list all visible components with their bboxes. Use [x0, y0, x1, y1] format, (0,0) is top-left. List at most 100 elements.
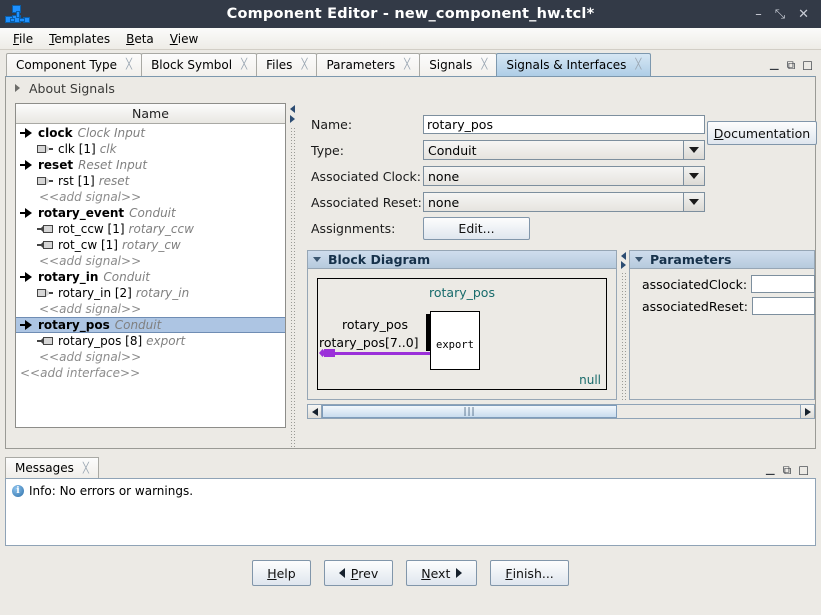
scrollbar-track[interactable]: |||	[322, 404, 800, 419]
diagram-signal-label: rotary_pos	[342, 317, 408, 332]
name-input[interactable]: rotary_pos	[423, 115, 705, 134]
signal-name-label: rot_ccw [1]	[58, 222, 125, 236]
prev-button[interactable]: Prev	[324, 560, 394, 586]
close-icon[interactable]: ╳	[404, 60, 410, 70]
finish-button[interactable]: Finish...	[490, 560, 568, 586]
about-signals-bar[interactable]: About Signals	[6, 77, 815, 99]
tree-row-add[interactable]: <<add signal>>	[16, 253, 285, 269]
tree-row[interactable]: rot_cw [1]rotary_cw	[16, 237, 285, 253]
tree-row-add[interactable]: <<add signal>>	[16, 189, 285, 205]
tree-row[interactable]: rotary_inConduit	[16, 269, 285, 285]
signal-input-icon	[37, 288, 53, 298]
tree-row[interactable]: clk [1]clk	[16, 141, 285, 157]
chevron-down-icon[interactable]	[683, 141, 704, 159]
chevron-down-icon[interactable]	[683, 167, 704, 185]
signal-name-label: rotary_pos [8]	[58, 334, 142, 348]
diagram-split-divider[interactable]	[617, 250, 629, 400]
tree-column-header-name[interactable]: Name	[16, 104, 285, 124]
tree-row[interactable]: rst [1]reset	[16, 173, 285, 189]
interface-type-label: Conduit	[129, 206, 176, 220]
tab-signals-and-interfaces[interactable]: Signals & Interfaces ╳	[496, 53, 651, 76]
close-icon[interactable]: ╳	[126, 60, 132, 70]
collapse-right-icon[interactable]	[619, 261, 628, 270]
horizontal-scrollbar[interactable]: |||	[307, 404, 815, 419]
menu-item-beta[interactable]: Beta	[118, 31, 162, 47]
documentation-button[interactable]: Documentation	[707, 121, 817, 145]
messages-area: Messages ╳ ⚊ ⧉ ☐ i Info: No errors or wa…	[5, 457, 816, 546]
window-controls: – ⤡ ✕	[755, 8, 821, 21]
minimize-icon[interactable]: –	[755, 8, 762, 21]
parameter-row: associatedReset:	[630, 295, 814, 317]
chevron-down-icon[interactable]	[313, 257, 321, 262]
close-icon[interactable]: ✕	[798, 8, 809, 21]
chevron-down-icon[interactable]	[635, 257, 643, 262]
restore-icon[interactable]: ⤡	[775, 8, 785, 21]
tabpane-window-controls: ⚊ ⧉ ☐	[769, 58, 821, 76]
float-icon[interactable]: ⧉	[783, 463, 792, 478]
signal-role-label: export	[146, 334, 185, 348]
add-placeholder-label: <<add signal>>	[39, 190, 141, 204]
tab-parameters[interactable]: Parameters ╳	[316, 53, 420, 76]
signal-output-icon	[37, 336, 53, 346]
parameter-row: associatedClock:	[630, 273, 814, 295]
float-icon[interactable]: ⧉	[787, 58, 796, 73]
type-select[interactable]: Conduit	[423, 140, 705, 160]
associated-clock-label: Associated Clock:	[311, 169, 423, 184]
tab-component-type[interactable]: Component Type ╳	[6, 53, 142, 76]
diagram-interface-name: rotary_pos	[318, 285, 606, 300]
collapse-up-icon[interactable]	[288, 105, 297, 114]
chevron-down-icon[interactable]	[683, 193, 704, 211]
parameters-header[interactable]: Parameters	[630, 251, 814, 269]
signal-role-label: reset	[99, 174, 130, 188]
interface-arrow-icon	[20, 208, 33, 218]
messages-list[interactable]: i Info: No errors or warnings.	[5, 478, 816, 546]
tab-signals[interactable]: Signals ╳	[419, 53, 497, 76]
menu-item-templates[interactable]: Templates	[41, 31, 118, 47]
menu-item-view[interactable]: View	[162, 31, 206, 47]
interface-type-label: Reset Input	[78, 158, 147, 172]
associated-clock-select[interactable]: none	[423, 166, 705, 186]
tree-row[interactable]: resetReset Input	[16, 157, 285, 173]
maximize-icon[interactable]: ☐	[802, 59, 813, 73]
scrollbar-grip: |||	[463, 407, 475, 417]
close-icon[interactable]: ╳	[301, 60, 307, 70]
tab-messages[interactable]: Messages ╳	[5, 457, 99, 478]
collapse-left-icon[interactable]	[619, 252, 628, 261]
tab-block-symbol[interactable]: Block Symbol ╳	[141, 53, 257, 76]
block-diagram-canvas[interactable]: rotary_pos rotary_pos rotary_pos[7..0] e…	[317, 278, 607, 390]
assignments-edit-button[interactable]: Edit...	[423, 217, 530, 240]
associated-reset-select[interactable]: none	[423, 192, 705, 212]
tree-row[interactable]: rotary_in [2]rotary_in	[16, 285, 285, 301]
minimize-icon[interactable]: ⚊	[769, 59, 780, 73]
tree-row-add[interactable]: <<add signal>>	[16, 349, 285, 365]
next-button[interactable]: Next	[406, 560, 477, 586]
tree-row[interactable]: rotary_posConduit	[16, 317, 285, 333]
block-diagram-header[interactable]: Block Diagram	[308, 251, 616, 269]
signal-role-label: clk	[100, 142, 117, 156]
help-button[interactable]: Help	[252, 560, 311, 586]
tree-row-add[interactable]: <<add signal>>	[16, 301, 285, 317]
tab-strip: Component Type ╳ Block Symbol ╳ Files ╳ …	[0, 50, 821, 76]
tab-files[interactable]: Files ╳	[256, 53, 317, 76]
signal-role-label: rotary_ccw	[129, 222, 194, 236]
close-icon[interactable]: ╳	[241, 60, 247, 70]
tree-row[interactable]: rot_ccw [1] rotary_ccw	[16, 221, 285, 237]
scroll-right-button[interactable]	[800, 404, 815, 419]
interfaces-tree-pane: Name clockClock Inputclk [1]clkresetRese…	[6, 99, 286, 447]
minimize-icon[interactable]: ⚊	[765, 464, 776, 478]
split-divider[interactable]	[286, 99, 299, 447]
tree-row[interactable]: rotary_eventConduit	[16, 205, 285, 221]
tree-row-add[interactable]: <<add interface>>	[16, 365, 285, 381]
maximize-icon[interactable]: ☐	[798, 464, 809, 478]
close-icon[interactable]: ╳	[481, 60, 487, 70]
parameter-input[interactable]	[752, 297, 815, 315]
tree-row[interactable]: rotary_pos [8] export	[16, 333, 285, 349]
menu-item-file[interactable]: FFileile	[5, 31, 41, 47]
tree-row[interactable]: clockClock Input	[16, 125, 285, 141]
close-icon[interactable]: ╳	[635, 60, 641, 70]
close-icon[interactable]: ╳	[83, 463, 89, 474]
parameter-input[interactable]	[751, 275, 815, 293]
collapse-down-icon[interactable]	[288, 115, 297, 124]
scrollbar-thumb[interactable]: |||	[322, 405, 617, 418]
scroll-left-button[interactable]	[307, 404, 322, 419]
